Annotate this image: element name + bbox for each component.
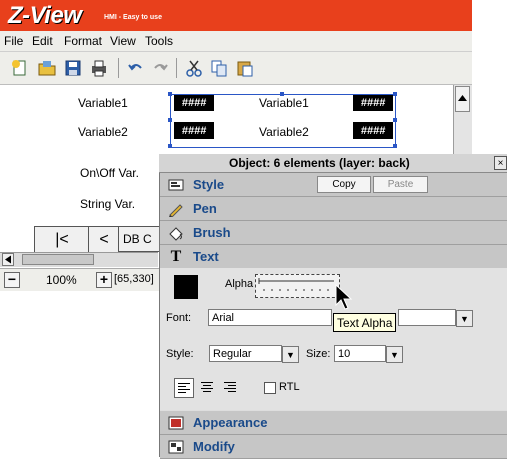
menu-file[interactable]: File <box>4 34 23 48</box>
alpha-label: Alpha <box>225 278 254 290</box>
menu-format[interactable]: Format <box>64 34 102 48</box>
section-style-label: Style <box>193 177 225 192</box>
selection-handle[interactable] <box>168 118 172 122</box>
selection-rectangle[interactable] <box>170 94 396 148</box>
panel-close-button[interactable]: × <box>494 156 507 170</box>
align-right-button[interactable] <box>221 378 239 396</box>
section-text-label: Text <box>193 249 219 264</box>
menu-edit[interactable]: Edit <box>32 34 53 48</box>
save-icon[interactable] <box>63 58 83 78</box>
section-brush[interactable]: Brush <box>160 221 507 245</box>
rtl-label: RTL <box>279 381 300 393</box>
selection-handle[interactable] <box>280 92 284 96</box>
chevron-down-icon: ▼ <box>390 349 399 360</box>
new-file-icon[interactable] <box>10 58 30 78</box>
onoff-var-label: On\Off Var. <box>80 166 139 180</box>
close-icon: × <box>497 157 504 169</box>
scroll-left-button[interactable] <box>2 253 14 266</box>
zoom-out-button[interactable]: − <box>4 272 20 288</box>
selection-handle[interactable] <box>168 144 172 148</box>
mouse-cursor-icon <box>335 283 353 310</box>
triangle-up-icon <box>458 95 467 101</box>
pen-icon <box>168 201 184 217</box>
selection-handle[interactable] <box>168 92 172 96</box>
font-size-field[interactable]: 10 <box>334 345 386 362</box>
font-label: Font: <box>166 312 192 324</box>
appearance-icon <box>168 415 184 430</box>
selection-handle[interactable] <box>393 144 397 148</box>
font-dropdown-button[interactable]: ▼ <box>456 310 473 327</box>
zoom-in-button[interactable]: + <box>96 272 112 288</box>
paste-icon[interactable] <box>235 58 255 78</box>
open-folder-icon[interactable] <box>37 58 57 78</box>
copy-icon[interactable] <box>209 58 229 78</box>
align-left-icon <box>178 383 190 393</box>
section-pen[interactable]: Pen <box>160 197 507 221</box>
text-color-swatch[interactable] <box>174 275 198 299</box>
paste-style-button[interactable]: Paste <box>373 176 428 193</box>
first-record-button[interactable]: |< <box>34 226 90 254</box>
align-center-button[interactable] <box>198 378 216 396</box>
align-center-icon <box>201 382 213 392</box>
cursor-coordinates: [65,330] <box>114 273 154 285</box>
font-style-field[interactable]: Regular <box>209 345 282 362</box>
font-size-dropdown-button[interactable]: ▼ <box>386 346 403 363</box>
print-icon[interactable] <box>89 58 109 78</box>
prev-record-button[interactable]: < <box>88 226 120 254</box>
toolbar-separator <box>118 58 119 78</box>
alpha-ticks <box>258 278 334 291</box>
size-label: Size: <box>306 348 331 360</box>
menu-bar: File Edit Format View Tools <box>0 31 472 52</box>
alpha-tooltip: Text Alpha <box>333 313 397 332</box>
app-logo: Z-View <box>8 2 82 29</box>
scroll-up-button[interactable] <box>455 86 470 112</box>
section-modify[interactable]: Modify <box>160 435 507 459</box>
zoom-level: 100% <box>46 273 77 287</box>
font-field[interactable]: Arial <box>208 309 332 326</box>
cut-icon[interactable] <box>184 58 204 78</box>
menu-view[interactable]: View <box>110 34 136 48</box>
string-var-label: String Var. <box>80 197 136 211</box>
panel-title: Object: 6 elements (layer: back) <box>229 156 410 170</box>
style-label: Style: <box>166 348 194 360</box>
brush-icon <box>168 225 184 241</box>
font-style-dropdown-button[interactable]: ▼ <box>282 346 299 363</box>
triangle-left-icon <box>5 255 11 264</box>
alpha-slider[interactable] <box>255 274 340 298</box>
variable1-label: Variable1 <box>78 96 128 110</box>
rtl-checkbox[interactable] <box>264 382 276 394</box>
scroll-thumb[interactable] <box>22 254 94 265</box>
app-tagline: HMI - Easy to use <box>104 14 162 21</box>
section-modify-label: Modify <box>193 439 235 454</box>
db-button[interactable]: DB C <box>118 226 160 252</box>
copy-style-button[interactable]: Copy <box>317 176 371 193</box>
selection-handle[interactable] <box>393 92 397 96</box>
section-text[interactable]: T Text <box>160 245 507 269</box>
panel-title-bar[interactable]: Object: 6 elements (layer: back) <box>159 154 507 173</box>
chevron-down-icon: ▼ <box>286 349 295 360</box>
redo-icon[interactable] <box>150 58 170 78</box>
section-appearance[interactable]: Appearance <box>160 411 507 435</box>
section-appearance-label: Appearance <box>193 415 268 430</box>
section-brush-label: Brush <box>193 225 231 240</box>
text-t-icon: T <box>170 247 182 265</box>
chevron-down-icon: ▼ <box>460 313 469 324</box>
menu-tools[interactable]: Tools <box>145 34 173 48</box>
align-right-icon <box>224 382 236 392</box>
toolbar-separator <box>176 58 177 78</box>
variable2-label: Variable2 <box>78 125 128 139</box>
section-pen-label: Pen <box>193 201 217 216</box>
font-field-tail[interactable] <box>398 309 456 326</box>
style-icon <box>168 177 184 192</box>
toolbar <box>0 52 472 85</box>
align-left-button[interactable] <box>174 378 194 398</box>
selection-handle[interactable] <box>393 118 397 122</box>
modify-icon <box>168 439 184 454</box>
undo-icon[interactable] <box>126 58 146 78</box>
